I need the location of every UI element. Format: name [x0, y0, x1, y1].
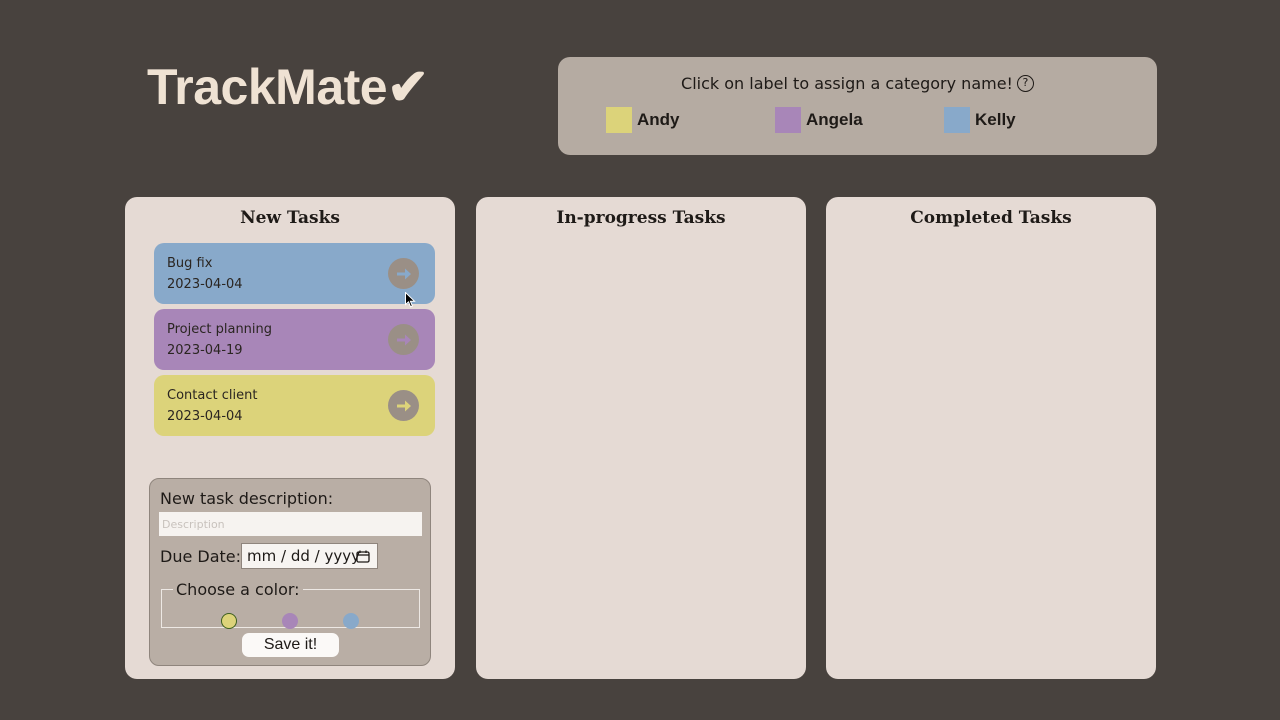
legend-hint-text: Click on label to assign a category name…: [681, 74, 1013, 93]
save-button[interactable]: Save it!: [242, 633, 339, 657]
in-progress-tasks-column: In-progress Tasks: [476, 197, 806, 679]
color-chooser-legend: Choose a color:: [176, 580, 300, 599]
legend-item-angela: Angela: [775, 107, 863, 133]
legend-label-kelly[interactable]: Kelly: [975, 110, 1016, 130]
color-option-blue[interactable]: [343, 613, 359, 629]
legend-label-andy[interactable]: Andy: [637, 110, 680, 130]
task-card[interactable]: Contact client 2023-04-04: [154, 375, 435, 436]
description-input[interactable]: [159, 512, 422, 536]
legend-swatch: [944, 107, 970, 133]
task-card[interactable]: Bug fix 2023-04-04: [154, 243, 435, 304]
mouse-pointer-icon: [405, 292, 416, 308]
app-logo: TrackMate✔: [147, 59, 429, 115]
task-description: Contact client: [167, 388, 258, 403]
column-title-in-progress: In-progress Tasks: [556, 208, 726, 228]
due-date-value: mm / dd / yyyy: [247, 547, 360, 565]
task-due-date: 2023-04-04: [167, 409, 243, 424]
legend-swatch: [606, 107, 632, 133]
move-task-button[interactable]: [388, 390, 419, 421]
task-due-date: 2023-04-04: [167, 277, 243, 292]
color-chooser: Choose a color:: [161, 580, 420, 629]
arrow-right-icon: [396, 400, 411, 411]
legend-label-angela[interactable]: Angela: [806, 110, 863, 130]
legend-swatch: [775, 107, 801, 133]
legend-hint: Click on label to assign a category name…: [558, 74, 1157, 93]
new-task-form: New task description: Due Date: mm / dd …: [149, 478, 431, 666]
task-description: Project planning: [167, 322, 273, 337]
task-due-date: 2023-04-19: [167, 343, 243, 358]
new-tasks-column: New Tasks Bug fix 2023-04-04 Project pla…: [125, 197, 455, 679]
legend-item-andy: Andy: [606, 107, 680, 133]
column-title-new: New Tasks: [240, 208, 340, 228]
arrow-right-icon: [396, 334, 411, 345]
arrow-right-icon: [396, 268, 411, 279]
question-circle-icon[interactable]: ?: [1016, 75, 1034, 92]
trackmate-app: TrackMate✔ Click on label to assign a ca…: [0, 0, 1280, 720]
move-task-button[interactable]: [388, 258, 419, 289]
column-title-completed: Completed Tasks: [910, 208, 1072, 228]
completed-tasks-column: Completed Tasks: [826, 197, 1156, 679]
task-description: Bug fix: [167, 256, 213, 271]
calendar-icon[interactable]: [356, 550, 370, 563]
due-date-label: Due Date:: [160, 547, 242, 566]
move-task-button[interactable]: [388, 324, 419, 355]
color-option-yellow[interactable]: [221, 613, 237, 629]
task-card[interactable]: Project planning 2023-04-19: [154, 309, 435, 370]
description-label: New task description:: [160, 489, 334, 508]
due-date-input[interactable]: mm / dd / yyyy: [241, 543, 378, 569]
legend-item-kelly: Kelly: [944, 107, 1016, 133]
color-option-purple[interactable]: [282, 613, 298, 629]
category-legend: Click on label to assign a category name…: [558, 57, 1157, 155]
